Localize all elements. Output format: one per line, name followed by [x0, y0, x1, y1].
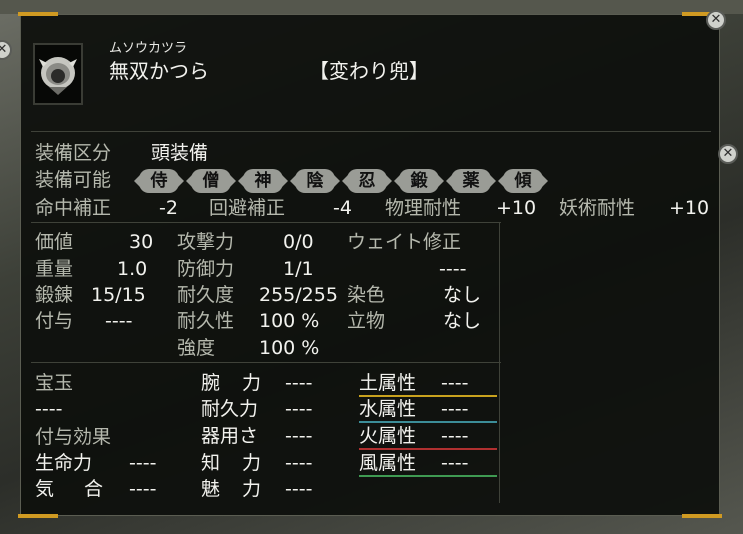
class-badge-kabuki: 傾	[498, 169, 548, 193]
attr-dexterity-value: ----	[285, 425, 313, 447]
water-label: 水属性	[359, 398, 417, 420]
dye-value: なし	[443, 284, 482, 306]
ki-value: ----	[129, 478, 157, 500]
crest-value: なし	[443, 310, 482, 332]
defense-label: 防御力	[177, 258, 235, 280]
attack-value: 0/0	[283, 231, 314, 253]
water-value: ----	[441, 398, 469, 420]
value-value: 30	[129, 231, 154, 253]
attr-dexterity-label: 器用さ	[201, 425, 259, 447]
column-divider	[499, 223, 500, 503]
crest-label: 立物	[347, 310, 386, 332]
strength-label: 強度	[177, 337, 216, 359]
endurance-label: 耐久性	[177, 310, 235, 332]
hit-mod-label: 命中補正	[35, 197, 112, 219]
fire-value: ----	[441, 425, 469, 447]
effects-label: 付与効果	[35, 426, 112, 448]
strength-value: 100 %	[259, 337, 320, 359]
corner-ornament	[18, 514, 58, 518]
forge-value: 15/15	[91, 284, 146, 306]
durability-value: 255/255	[259, 284, 338, 306]
wind-underline	[359, 475, 497, 477]
wind-value: ----	[441, 452, 469, 474]
weight-mod-label: ウェイト修正	[347, 231, 462, 253]
class-badge-ninja: 忍	[342, 169, 392, 193]
dye-label: 染色	[347, 284, 386, 306]
attr-endurance-label: 耐久力	[201, 398, 259, 420]
water-underline	[359, 421, 497, 423]
enchant-label: 付与	[35, 310, 74, 332]
class-badge-smith: 鍛	[394, 169, 444, 193]
earth-label: 土属性	[359, 372, 417, 394]
divider	[31, 222, 501, 223]
usable-label: 装備可能	[35, 169, 112, 191]
value-label: 価値	[35, 231, 74, 253]
earth-value: ----	[441, 372, 469, 394]
forge-label: 鍛錬	[35, 284, 74, 306]
item-detail-panel: ムソウカツラ 無双かつら 【変わり兜】 装備区分 頭装備 装備可能 侍 僧 神 …	[18, 12, 722, 518]
fire-underline	[359, 448, 497, 450]
class-badge-samurai: 侍	[134, 169, 184, 193]
hp-label: 生命力	[35, 452, 93, 474]
wind-label: 風属性	[359, 452, 417, 474]
slot-value: 頭装備	[151, 142, 209, 164]
class-badge-shinto: 神	[238, 169, 288, 193]
class-badge-onmyo: 陰	[290, 169, 340, 193]
endurance-value: 100 %	[259, 310, 320, 332]
attack-label: 攻撃力	[177, 231, 235, 253]
divider	[31, 362, 501, 363]
enchant-value: ----	[105, 310, 133, 332]
evade-mod-value: -4	[333, 197, 352, 219]
weight-mod-value: ----	[439, 258, 467, 280]
weight-label: 重量	[35, 258, 74, 280]
wig-item-icon	[39, 57, 77, 95]
class-badge-monk: 僧	[186, 169, 236, 193]
durability-label: 耐久度	[177, 284, 235, 306]
phys-resist-value: +10	[496, 197, 537, 219]
hit-mod-value: -2	[159, 197, 178, 219]
phys-resist-label: 物理耐性	[385, 197, 462, 219]
evade-mod-label: 回避補正	[209, 197, 286, 219]
close-icon[interactable]: ✕	[706, 10, 726, 30]
corner-ornament	[682, 514, 722, 518]
defense-value: 1/1	[283, 258, 314, 280]
attr-intellect-value: ----	[285, 452, 313, 474]
attr-arm-value: ----	[285, 372, 313, 394]
item-reading: ムソウカツラ	[109, 41, 188, 56]
class-badge-medicine: 薬	[446, 169, 496, 193]
slot-label: 装備区分	[35, 142, 112, 164]
item-name: 無双かつら	[109, 59, 209, 83]
corner-ornament	[18, 12, 58, 16]
attr-arm-label: 腕 力	[201, 372, 270, 394]
item-portrait	[33, 43, 83, 105]
close-icon[interactable]: ✕	[718, 144, 738, 164]
ki-label: 気 合	[35, 478, 116, 500]
divider	[31, 131, 711, 132]
gems-value: ----	[35, 398, 63, 420]
weight-value: 1.0	[117, 258, 148, 280]
attr-endurance-value: ----	[285, 398, 313, 420]
background-strip	[0, 0, 743, 14]
attr-charm-label: 魅 力	[201, 478, 270, 500]
gems-label: 宝玉	[35, 372, 74, 394]
magic-resist-value: +10	[669, 197, 710, 219]
fire-label: 火属性	[359, 425, 417, 447]
magic-resist-label: 妖術耐性	[559, 197, 636, 219]
attr-charm-value: ----	[285, 478, 313, 500]
item-category: 【変わり兜】	[309, 59, 429, 83]
hp-value: ----	[129, 452, 157, 474]
attr-intellect-label: 知 力	[201, 452, 270, 474]
